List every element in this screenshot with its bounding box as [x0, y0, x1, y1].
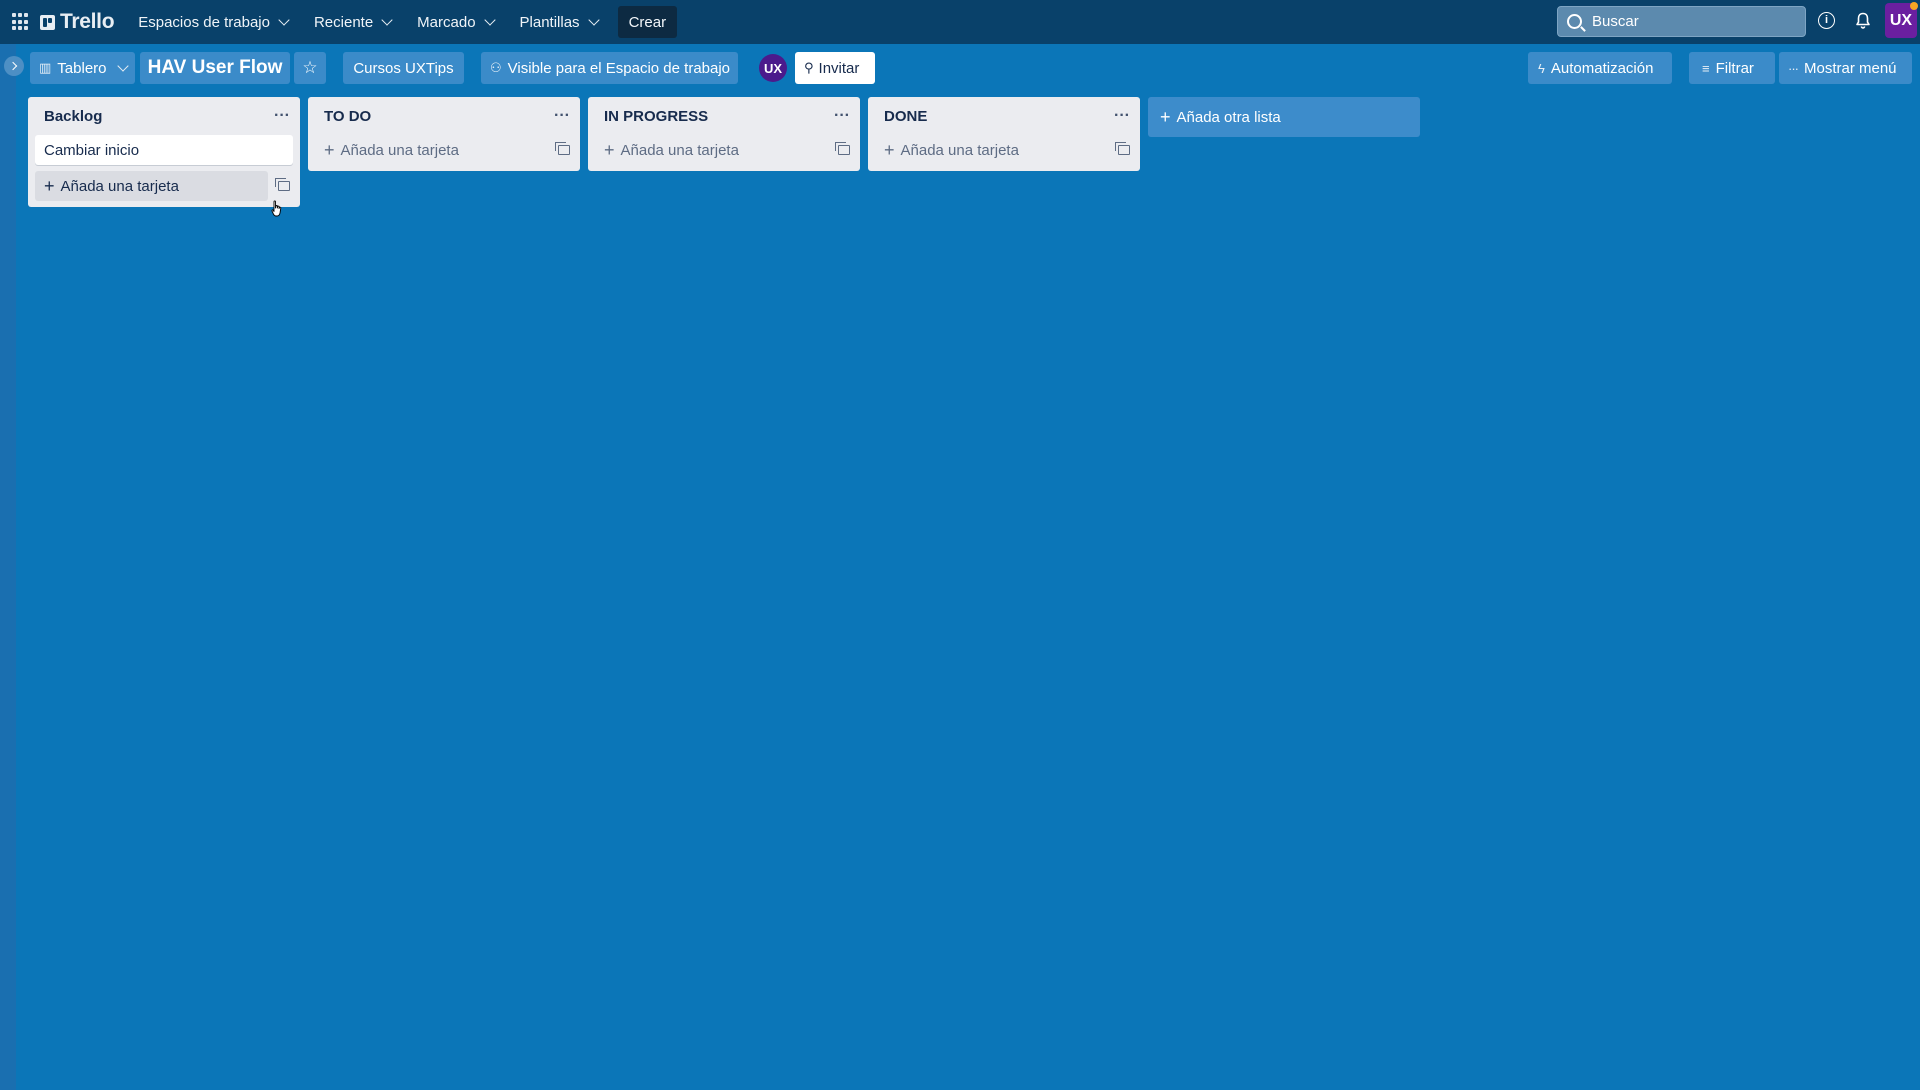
card-template-icon[interactable]	[554, 140, 574, 160]
chevron-down-icon	[278, 14, 290, 26]
plus-icon: +	[604, 140, 615, 160]
board-header: ▥ Tablero HAV User Flow ☆ Cursos UXTips …	[0, 50, 1920, 86]
card-template-icon[interactable]	[1114, 140, 1134, 160]
add-card-row: + Añada una tarjeta	[28, 171, 300, 201]
create-button[interactable]: Crear	[617, 6, 678, 38]
chevron-down-icon	[116, 60, 129, 72]
add-card-row: + Añada una tarjeta	[308, 135, 580, 165]
filter-icon: ≡	[1702, 60, 1710, 76]
add-card-button[interactable]: + Añada una tarjeta	[875, 135, 1114, 165]
plus-icon: +	[884, 140, 895, 160]
list-header[interactable]: Backlog ···	[28, 97, 300, 135]
board-title[interactable]: HAV User Flow	[140, 52, 290, 84]
filter-button[interactable]: ≡ Filtrar	[1689, 52, 1775, 84]
info-icon[interactable]: i	[1818, 12, 1835, 29]
list-header[interactable]: IN PROGRESS ···	[588, 97, 860, 135]
list-done: DONE ··· + Añada una tarjeta	[868, 97, 1140, 171]
add-card-button[interactable]: + Añada una tarjeta	[35, 171, 268, 201]
board-title-text: HAV User Flow	[147, 57, 283, 78]
more-icon: ···	[1788, 60, 1799, 76]
search-placeholder: Buscar	[1592, 13, 1639, 30]
workspace-label: Cursos UXTips	[353, 59, 454, 77]
visibility-label: Visible para el Espacio de trabajo	[507, 59, 731, 77]
automation-button[interactable]: ϟ Automatización	[1528, 52, 1672, 84]
list-backlog: Backlog ··· Cambiar inicio + Añada una t…	[28, 97, 300, 207]
star-icon: ☆	[302, 58, 318, 77]
list-header[interactable]: DONE ···	[868, 97, 1140, 135]
list-in-progress: IN PROGRESS ··· + Añada una tarjeta	[588, 97, 860, 171]
filter-label: Filtrar	[1715, 59, 1754, 77]
search-icon	[1567, 14, 1582, 29]
chevron-down-icon	[381, 14, 393, 26]
add-card-row: + Añada una tarjeta	[868, 135, 1140, 165]
nav-templates-label: Plantillas	[519, 13, 580, 31]
list-menu-icon[interactable]: ···	[834, 107, 850, 125]
list-menu-icon[interactable]: ···	[274, 107, 290, 125]
list-title[interactable]: IN PROGRESS	[604, 108, 708, 125]
add-card-button[interactable]: + Añada una tarjeta	[315, 135, 554, 165]
trello-logo[interactable]: Trello	[40, 10, 115, 34]
plus-icon: +	[324, 140, 335, 160]
star-board-button[interactable]: ☆	[294, 52, 326, 84]
automation-label: Automatización	[1550, 59, 1654, 77]
nav-workspaces-label: Espacios de trabajo	[138, 13, 270, 31]
sidebar-toggle-button[interactable]	[4, 56, 24, 76]
add-list-button[interactable]: + Añada otra lista	[1148, 97, 1420, 137]
lightning-icon: ϟ	[1538, 60, 1545, 76]
app-switcher-icon[interactable]	[12, 13, 30, 31]
notification-dot	[1910, 2, 1918, 10]
add-card-row: + Añada una tarjeta	[588, 135, 860, 165]
nav-workspaces[interactable]: Espacios de trabajo	[128, 6, 298, 38]
chevron-right-icon	[8, 61, 18, 71]
add-card-label: Añada una tarjeta	[620, 141, 739, 159]
board-left-strip	[0, 44, 16, 1090]
add-list-label: Añada otra lista	[1176, 108, 1281, 126]
logo-text: Trello	[60, 10, 115, 33]
plus-icon: +	[44, 176, 55, 196]
show-menu-button[interactable]: ··· Mostrar menú	[1779, 52, 1912, 84]
nav-starred[interactable]: Marcado	[407, 6, 503, 38]
board-view-switcher[interactable]: ▥ Tablero	[30, 52, 135, 84]
visibility-button[interactable]: ⚇ Visible para el Espacio de trabajo	[481, 52, 738, 84]
add-card-label: Añada una tarjeta	[60, 177, 179, 195]
board-view-label: Tablero	[57, 59, 107, 77]
bell-icon[interactable]	[1855, 12, 1871, 30]
add-card-label: Añada una tarjeta	[340, 141, 459, 159]
people-icon: ⚇	[490, 60, 502, 75]
add-card-button[interactable]: + Añada una tarjeta	[595, 135, 834, 165]
hand-cursor-icon	[271, 200, 282, 217]
nav-starred-label: Marcado	[417, 13, 476, 31]
nav-recent[interactable]: Reciente	[304, 6, 401, 38]
search-input[interactable]: Buscar	[1557, 6, 1806, 37]
trello-logo-icon	[40, 14, 55, 30]
invite-button[interactable]: ⚲ Invitar	[795, 52, 875, 84]
invite-label: Invitar	[818, 59, 860, 77]
card-template-icon[interactable]	[834, 140, 854, 160]
list-menu-icon[interactable]: ···	[554, 107, 570, 125]
nav-recent-label: Reciente	[313, 13, 374, 31]
plus-icon: +	[1160, 107, 1171, 127]
add-person-icon: ⚲	[804, 60, 814, 75]
workspace-button[interactable]: Cursos UXTips	[343, 52, 464, 84]
list-menu-icon[interactable]: ···	[1114, 107, 1130, 125]
chevron-down-icon	[483, 14, 496, 26]
show-menu-label: Mostrar menú	[1804, 59, 1897, 77]
add-card-label: Añada una tarjeta	[900, 141, 1019, 159]
list-title[interactable]: TO DO	[324, 108, 371, 125]
chevron-down-icon	[587, 14, 600, 26]
card[interactable]: Cambiar inicio	[35, 135, 293, 165]
list-title[interactable]: DONE	[884, 108, 927, 125]
list-title[interactable]: Backlog	[44, 108, 102, 125]
list-header[interactable]: TO DO ···	[308, 97, 580, 135]
member-avatar[interactable]: UX	[759, 54, 787, 82]
card-template-icon[interactable]	[274, 176, 294, 196]
board-view-icon: ▥	[39, 60, 52, 75]
list-todo: TO DO ··· + Añada una tarjeta	[308, 97, 580, 171]
nav-templates[interactable]: Plantillas	[510, 6, 608, 38]
